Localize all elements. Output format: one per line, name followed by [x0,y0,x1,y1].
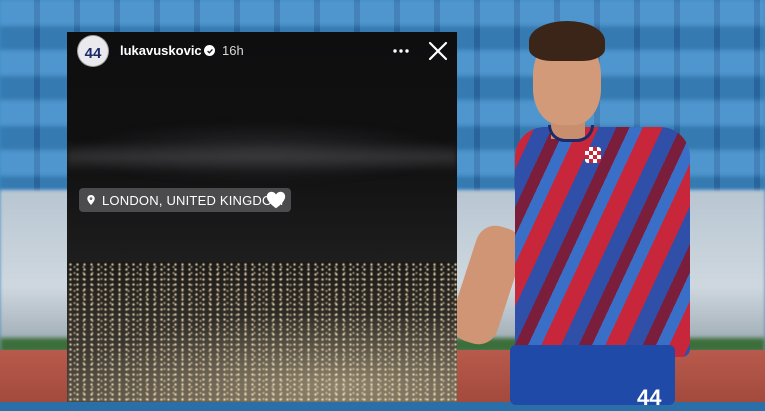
username[interactable]: lukavuskovic [120,43,202,58]
player-hair [529,21,605,61]
avatar-label: 44 [84,44,102,62]
horizon-clouds [67,142,457,172]
story-timestamp: 16h [222,43,244,58]
location-label: LONDON, UNITED KINGDOM [102,192,284,208]
close-icon[interactable] [427,40,449,62]
location-sticker[interactable]: LONDON, UNITED KINGDOM [79,188,292,212]
player-photo: 44 [445,15,715,410]
player-jersey [515,127,690,357]
location-pin-icon [85,194,97,206]
shorts-number: 44 [637,385,662,410]
verified-icon [204,45,215,56]
story-header: 44 lukavuskovic 16h [67,32,457,72]
heart-icon [265,189,287,211]
city-glow [67,312,457,402]
club-crest [585,147,601,163]
more-icon[interactable] [392,42,410,60]
instagram-story[interactable]: 44 lukavuskovic 16h LONDON, UNITED KINGD… [67,32,457,402]
avatar[interactable]: 44 [78,36,108,66]
